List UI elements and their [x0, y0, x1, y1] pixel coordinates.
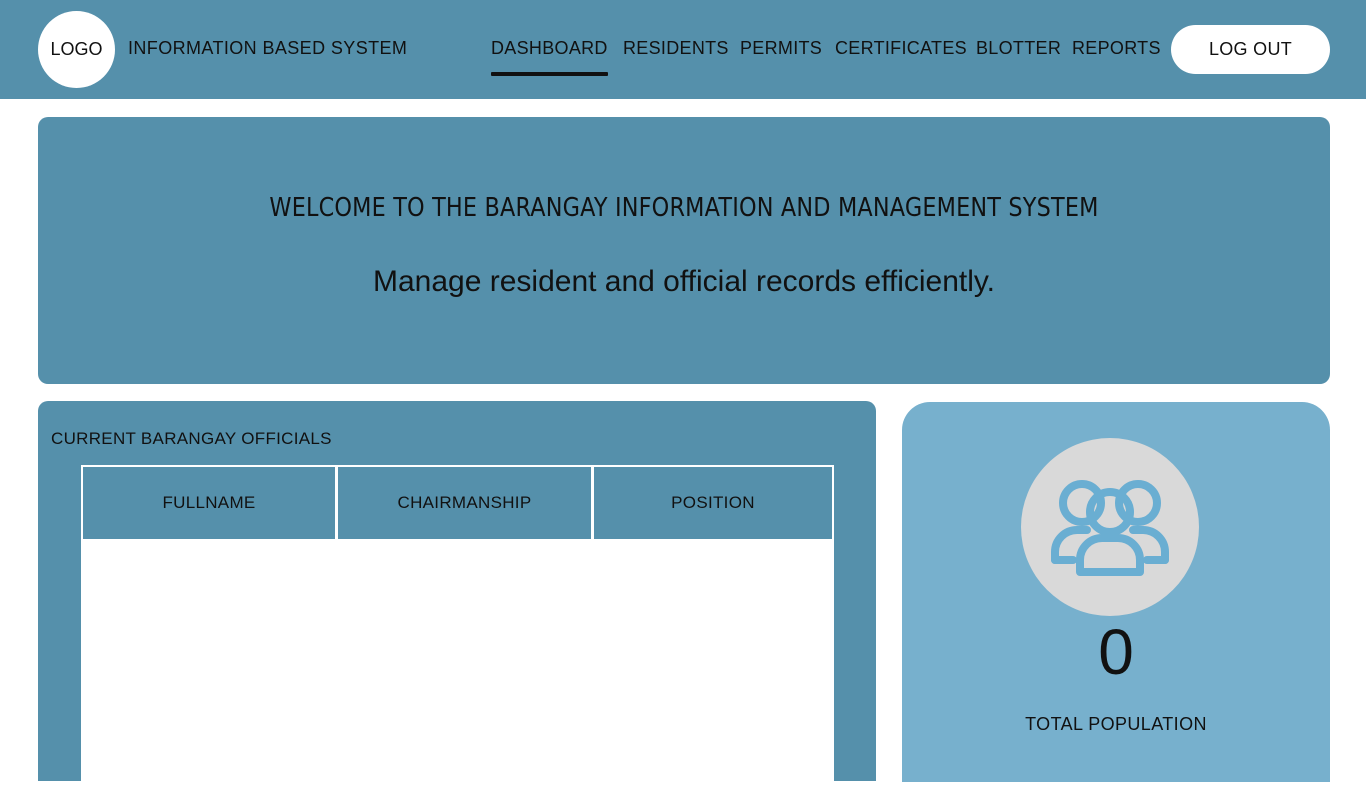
column-header-fullname[interactable]: FULLNAME: [83, 467, 338, 539]
nav-residents[interactable]: RESIDENTS: [623, 38, 729, 59]
population-icon-circle: [1021, 438, 1199, 616]
logo[interactable]: LOGO: [38, 11, 115, 88]
brand-title: INFORMATION BASED SYSTEM: [128, 38, 408, 58]
population-count: 0: [1098, 616, 1134, 688]
nav-certificates[interactable]: CERTIFICATES: [835, 38, 967, 59]
nav-dashboard[interactable]: DASHBOARD: [491, 38, 608, 76]
population-card: 0 TOTAL POPULATION: [902, 402, 1330, 782]
logo-text: LOGO: [50, 39, 103, 59]
officials-panel: CURRENT BARANGAY OFFICIALS FULLNAME CHAI…: [38, 401, 876, 785]
welcome-subtitle: Manage resident and official records eff…: [372, 265, 996, 298]
logout-button[interactable]: LOG OUT: [1171, 25, 1330, 74]
officials-title: CURRENT BARANGAY OFFICIALS: [51, 429, 332, 448]
nav-permits[interactable]: PERMITS: [740, 38, 822, 59]
users-group-icon: [1051, 480, 1169, 576]
column-header-position[interactable]: POSITION: [594, 467, 832, 539]
officials-table-header: FULLNAME CHAIRMANSHIP POSITION: [81, 465, 834, 541]
officials-table: FULLNAME CHAIRMANSHIP POSITION: [81, 465, 834, 785]
top-navbar: LOGO INFORMATION BASED SYSTEM DASHBOARD …: [0, 0, 1366, 99]
population-label: TOTAL POPULATION: [1025, 714, 1207, 734]
welcome-title: WELCOME TO THE BARANGAY INFORMATION AND …: [269, 193, 1099, 223]
column-header-chairmanship[interactable]: CHAIRMANSHIP: [338, 467, 594, 539]
welcome-banner: WELCOME TO THE BARANGAY INFORMATION AND …: [38, 117, 1330, 384]
nav-reports[interactable]: REPORTS: [1072, 38, 1161, 59]
nav-blotter[interactable]: BLOTTER: [976, 38, 1061, 59]
